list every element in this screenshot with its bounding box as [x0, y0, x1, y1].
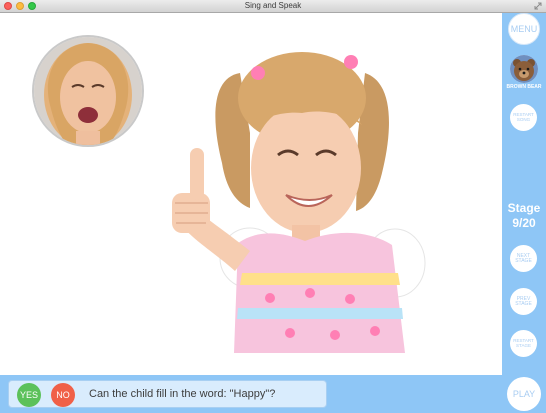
restart-song-label: RESTART SONG	[513, 112, 534, 122]
restart-song-button[interactable]: RESTART SONG	[510, 104, 537, 131]
stage-count: 9/20	[512, 216, 536, 230]
sidebar: MENU BROWN BEAR RESTART SONG Stage 9/20 …	[502, 13, 546, 413]
next-stage-label: NEXT STAGE	[515, 252, 532, 264]
stage-title: Stage	[507, 201, 541, 215]
prompt-panel: YES NO Can the child fill in the word: "…	[8, 380, 327, 408]
main-content	[0, 13, 502, 375]
yes-button[interactable]: YES	[17, 383, 41, 407]
prev-stage-button[interactable]: PREV STAGE	[510, 288, 537, 315]
play-button[interactable]: PLAY	[507, 377, 541, 411]
presenter-video	[32, 35, 144, 147]
no-button[interactable]: NO	[51, 383, 75, 407]
window-titlebar: Sing and Speak	[0, 0, 546, 13]
song-name: BROWN BEAR	[506, 84, 542, 90]
brown-bear-icon	[510, 55, 538, 83]
prev-stage-label: PREV STAGE	[515, 295, 532, 307]
next-stage-button[interactable]: NEXT STAGE	[510, 245, 537, 272]
window-title: Sing and Speak	[244, 1, 302, 10]
menu-button[interactable]: MENU	[508, 13, 540, 45]
prompt-question: Can the child fill in the word: "Happy"?	[89, 388, 276, 400]
play-label: PLAY	[512, 388, 536, 399]
fullscreen-icon[interactable]	[534, 2, 542, 10]
menu-label: MENU	[510, 23, 538, 34]
bottom-bar: YES NO Can the child fill in the word: "…	[0, 375, 502, 413]
song-avatar[interactable]	[510, 55, 538, 83]
restart-stage-label: RESTART STAGE	[513, 338, 534, 348]
restart-stage-button[interactable]: RESTART STAGE	[510, 330, 537, 357]
